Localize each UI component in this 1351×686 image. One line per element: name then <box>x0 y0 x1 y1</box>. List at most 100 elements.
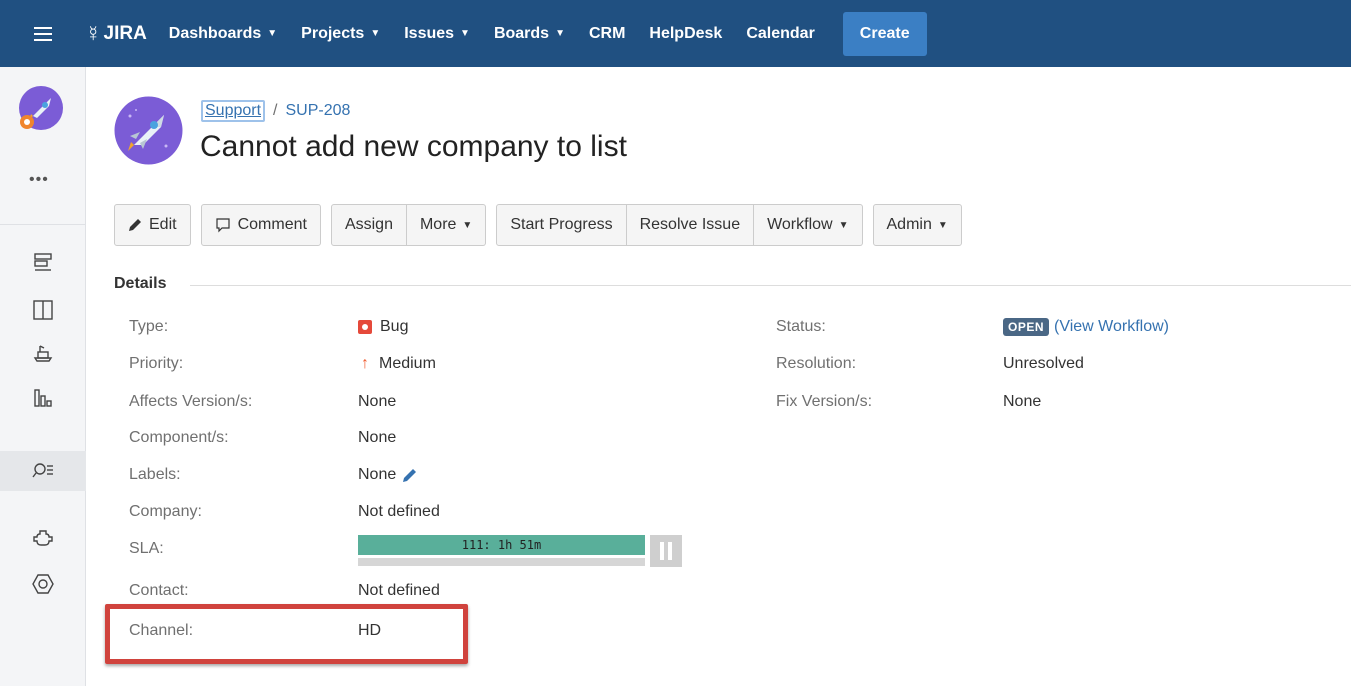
nav-label: Boards <box>493 24 550 42</box>
status-badge: OPEN <box>1003 318 1050 336</box>
nav-issues[interactable]: Issues ▼ <box>404 25 470 43</box>
pause-icon[interactable] <box>650 535 682 567</box>
pencil-icon <box>128 218 142 232</box>
settings-icon[interactable] <box>0 564 86 604</box>
components-value: None <box>358 429 397 446</box>
nav-helpdesk[interactable]: HelpDesk <box>649 25 722 43</box>
edit-group: Edit <box>114 204 191 246</box>
labels-label: Labels: <box>129 466 181 483</box>
comment-group: Comment <box>200 204 321 246</box>
more-label: More <box>419 216 457 233</box>
breadcrumb-issue-key[interactable]: SUP-208 <box>286 102 351 120</box>
labels-value[interactable]: None <box>358 466 418 484</box>
labels-value-text: None <box>358 466 397 483</box>
resolution-value: Unresolved <box>1003 355 1084 372</box>
sla-value: 111: 1h 51m <box>461 538 542 552</box>
project-sidebar: ••• <box>0 67 86 686</box>
admin-button[interactable]: Admin ▼ <box>872 204 962 246</box>
more-icon[interactable]: ••• <box>29 171 49 189</box>
affects-version-value: None <box>358 393 397 410</box>
contact-value[interactable]: Not defined <box>358 582 440 600</box>
add-ons-icon[interactable] <box>0 518 86 558</box>
pencil-icon[interactable] <box>402 467 418 483</box>
breadcrumb: Support / SUP-208 <box>201 100 350 122</box>
priority-value-text: Medium <box>379 355 436 372</box>
workflow-button[interactable]: Workflow ▼ <box>754 204 863 246</box>
releases-icon[interactable] <box>0 333 86 373</box>
type-label: Type: <box>129 318 169 335</box>
nav-label: Projects <box>301 24 365 42</box>
rocket-icon <box>114 96 183 165</box>
type-value-text: Bug <box>380 318 409 335</box>
assign-button[interactable]: Assign <box>330 204 407 246</box>
issue-toolbar: Edit Comment Assign More ▼ Start Progress… <box>114 204 972 246</box>
chevron-down-icon: ▼ <box>555 28 565 39</box>
nav-label: HelpDesk <box>649 24 723 42</box>
resolve-issue-button[interactable]: Resolve Issue <box>626 204 755 246</box>
jira-logo-icon: ☿ <box>85 20 102 46</box>
admin-label: Admin <box>886 216 932 233</box>
highlight-annotation-box <box>105 604 468 664</box>
nav-calendar[interactable]: Calendar <box>746 25 814 43</box>
nav-label: CRM <box>588 24 626 42</box>
comment-icon <box>215 217 231 233</box>
create-button[interactable]: Create <box>842 11 927 56</box>
backlog-icon[interactable] <box>0 243 86 283</box>
resolution-label: Resolution: <box>776 355 857 372</box>
nav-label: Dashboards <box>168 24 262 42</box>
priority-value[interactable]: ↑ Medium <box>361 355 436 373</box>
issues-search-icon[interactable] <box>0 451 86 491</box>
nav-crm[interactable]: CRM <box>589 25 625 43</box>
sla-track <box>358 558 645 566</box>
board-icon[interactable] <box>0 290 86 330</box>
breadcrumb-separator: / <box>273 102 278 119</box>
logo-text: JIRA <box>103 22 147 44</box>
contact-label: Contact: <box>129 582 189 599</box>
workflow-group: Start Progress Resolve Issue Workflow ▼ <box>496 204 863 246</box>
chevron-down-icon: ▼ <box>937 219 948 231</box>
nav-boards[interactable]: Boards ▼ <box>494 25 565 43</box>
menu-icon[interactable] <box>0 0 85 67</box>
status-value: OPEN (View Workflow) <box>1003 318 1169 336</box>
nav-dashboards[interactable]: Dashboards ▼ <box>169 25 277 43</box>
affects-version-label: Affects Version/s: <box>129 393 253 410</box>
rocket-icon <box>19 86 63 130</box>
company-value[interactable]: Not defined <box>358 503 440 521</box>
divider <box>190 285 1351 286</box>
assign-group: Assign More ▼ <box>330 204 487 246</box>
nav-label: Issues <box>404 24 455 42</box>
edit-label: Edit <box>149 216 177 233</box>
type-value[interactable]: Bug <box>358 318 408 336</box>
comment-button[interactable]: Comment <box>200 204 321 246</box>
chevron-down-icon: ▼ <box>460 28 470 39</box>
fix-version-value: None <box>1003 393 1042 410</box>
bug-icon <box>358 320 372 334</box>
sla-label: SLA: <box>129 540 164 557</box>
admin-group: Admin ▼ <box>872 204 962 246</box>
start-progress-button[interactable]: Start Progress <box>496 204 627 246</box>
chevron-down-icon: ▼ <box>370 28 381 39</box>
nav-projects[interactable]: Projects ▼ <box>301 25 380 43</box>
arrow-up-icon: ↑ <box>361 355 369 372</box>
divider <box>0 224 86 225</box>
project-avatar-small[interactable] <box>18 85 64 131</box>
chevron-down-icon: ▼ <box>462 219 473 231</box>
workflow-label: Workflow <box>767 216 833 233</box>
view-workflow-link[interactable]: (View Workflow) <box>1054 318 1169 336</box>
sla-progress-bar: 111: 1h 51m <box>358 535 645 555</box>
priority-label: Priority: <box>129 355 184 372</box>
status-label: Status: <box>776 318 826 335</box>
chevron-down-icon: ▼ <box>838 219 849 231</box>
project-avatar[interactable] <box>114 96 183 165</box>
jira-logo[interactable]: ☿ JIRA <box>85 21 147 47</box>
company-label: Company: <box>129 503 202 520</box>
edit-button[interactable]: Edit <box>114 204 191 246</box>
breadcrumb-project-link[interactable]: Support <box>201 100 266 122</box>
top-navigation: ☿ JIRA Dashboards ▼ Projects ▼ Issues ▼ Boa… <box>0 0 1351 67</box>
reports-icon[interactable] <box>0 378 86 418</box>
more-button[interactable]: More ▼ <box>406 204 487 246</box>
chevron-down-icon: ▼ <box>267 28 278 39</box>
issue-title[interactable]: Cannot add new company to list <box>200 130 627 164</box>
nav-label: Calendar <box>746 24 815 42</box>
details-heading[interactable]: Details <box>114 275 166 293</box>
